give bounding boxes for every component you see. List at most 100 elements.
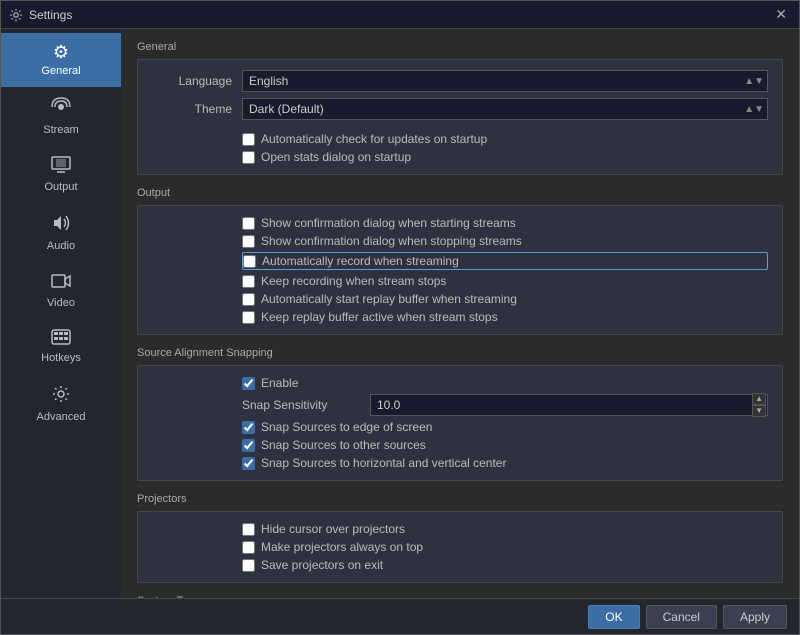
confirm-start-label: Show confirmation dialog when starting s… xyxy=(261,216,516,230)
auto-replay-label: Automatically start replay buffer when s… xyxy=(261,292,517,306)
sidebar-label-video: Video xyxy=(47,297,75,309)
sidebar-item-general[interactable]: ⚙ General xyxy=(1,33,121,87)
enable-snapping-row: Enable xyxy=(152,376,768,390)
audio-icon xyxy=(51,213,71,236)
snapping-section-title: Source Alignment Snapping xyxy=(137,347,783,359)
confirm-stop-checkbox[interactable] xyxy=(242,235,255,248)
keep-recording-row: Keep recording when stream stops xyxy=(152,274,768,288)
close-button[interactable]: ✕ xyxy=(771,4,791,25)
save-proj-label: Save projectors on exit xyxy=(261,558,383,572)
general-section: General Language English ▲▼ Theme xyxy=(137,41,783,175)
language-select-wrapper: English ▲▼ xyxy=(242,70,768,92)
sidebar-label-audio: Audio xyxy=(47,240,75,252)
open-stats-label: Open stats dialog on startup xyxy=(261,150,411,164)
language-row: Language English ▲▼ xyxy=(152,70,768,92)
snap-sensitivity-row: Snap Sensitivity ▲ ▼ xyxy=(152,394,768,416)
keep-replay-label: Keep replay buffer active when stream st… xyxy=(261,310,498,324)
general-section-box: Language English ▲▼ Theme Dark (Def xyxy=(137,59,783,175)
sidebar-item-video[interactable]: Video xyxy=(1,262,121,319)
keep-replay-checkbox[interactable] xyxy=(242,311,255,324)
snap-center-checkbox[interactable] xyxy=(242,457,255,470)
snap-sensitivity-input[interactable] xyxy=(370,394,768,416)
ok-button[interactable]: OK xyxy=(588,605,639,629)
auto-record-checkbox[interactable] xyxy=(243,255,256,268)
auto-replay-checkbox[interactable] xyxy=(242,293,255,306)
hide-cursor-label: Hide cursor over projectors xyxy=(261,522,405,536)
advanced-icon xyxy=(51,384,71,407)
auto-check-row: Automatically check for updates on start… xyxy=(152,132,768,146)
projectors-section: Projectors Hide cursor over projectors M… xyxy=(137,493,783,583)
general-icon: ⚙ xyxy=(53,43,69,61)
sidebar-item-output[interactable]: Output xyxy=(1,146,121,203)
open-stats-checkbox[interactable] xyxy=(242,151,255,164)
sidebar-label-general: General xyxy=(41,65,80,77)
cancel-button[interactable]: Cancel xyxy=(646,605,717,629)
sidebar-label-output: Output xyxy=(44,181,77,193)
bottom-bar: OK Cancel Apply xyxy=(1,598,799,634)
proj-top-label: Make projectors always on top xyxy=(261,540,423,554)
snap-spin-arrows: ▲ ▼ xyxy=(752,393,766,417)
titlebar: Settings ✕ xyxy=(1,1,799,29)
snap-enable-label: Enable xyxy=(261,376,298,390)
auto-record-label: Automatically record when streaming xyxy=(262,254,459,268)
general-section-title: General xyxy=(137,41,783,53)
content-area: ⚙ General Stream xyxy=(1,29,799,598)
keep-replay-row: Keep replay buffer active when stream st… xyxy=(152,310,768,324)
snap-edge-row: Snap Sources to edge of screen xyxy=(152,420,768,434)
save-proj-checkbox[interactable] xyxy=(242,559,255,572)
snap-center-label: Snap Sources to horizontal and vertical … xyxy=(261,456,506,470)
titlebar-title: Settings xyxy=(29,8,72,22)
theme-select-wrapper: Dark (Default) ▲▼ xyxy=(242,98,768,120)
snap-edge-checkbox[interactable] xyxy=(242,421,255,434)
language-select[interactable]: English xyxy=(242,70,768,92)
snap-spin-down[interactable]: ▼ xyxy=(752,405,766,417)
video-icon xyxy=(51,272,71,293)
stream-icon xyxy=(51,97,71,120)
auto-check-label: Automatically check for updates on start… xyxy=(261,132,487,146)
hotkeys-icon xyxy=(51,329,71,348)
sidebar-item-audio[interactable]: Audio xyxy=(1,203,121,262)
proj-top-checkbox[interactable] xyxy=(242,541,255,554)
sidebar-item-stream[interactable]: Stream xyxy=(1,87,121,146)
projectors-section-title: Projectors xyxy=(137,493,783,505)
keep-recording-checkbox[interactable] xyxy=(242,275,255,288)
titlebar-left: Settings xyxy=(9,8,72,22)
sidebar-item-hotkeys[interactable]: Hotkeys xyxy=(1,319,121,374)
snap-input-wrapper: ▲ ▼ xyxy=(370,394,768,416)
snap-other-label: Snap Sources to other sources xyxy=(261,438,426,452)
confirm-stop-label: Show confirmation dialog when stopping s… xyxy=(261,234,522,248)
confirm-start-row: Show confirmation dialog when starting s… xyxy=(152,216,768,230)
apply-button[interactable]: Apply xyxy=(723,605,787,629)
snapping-section: Source Alignment Snapping Enable Snap Se… xyxy=(137,347,783,481)
theme-label: Theme xyxy=(152,102,232,116)
auto-check-checkbox[interactable] xyxy=(242,133,255,146)
main-panel: General Language English ▲▼ Theme xyxy=(121,29,799,598)
output-section-title: Output xyxy=(137,187,783,199)
output-section-box: Show confirmation dialog when starting s… xyxy=(137,205,783,335)
snap-other-checkbox[interactable] xyxy=(242,439,255,452)
output-section: Output Show confirmation dialog when sta… xyxy=(137,187,783,335)
snapping-section-box: Enable Snap Sensitivity ▲ ▼ xyxy=(137,365,783,481)
hide-cursor-checkbox[interactable] xyxy=(242,523,255,536)
sidebar-item-advanced[interactable]: Advanced xyxy=(1,374,121,433)
snap-other-row: Snap Sources to other sources xyxy=(152,438,768,452)
snap-spin-up[interactable]: ▲ xyxy=(752,393,766,405)
snap-sensitivity-label: Snap Sensitivity xyxy=(242,398,362,412)
snap-center-row: Snap Sources to horizontal and vertical … xyxy=(152,456,768,470)
keep-recording-label: Keep recording when stream stops xyxy=(261,274,446,288)
open-stats-row: Open stats dialog on startup xyxy=(152,150,768,164)
theme-select[interactable]: Dark (Default) xyxy=(242,98,768,120)
auto-record-row: Automatically record when streaming xyxy=(242,252,768,270)
hide-cursor-row: Hide cursor over projectors xyxy=(152,522,768,536)
snap-edge-label: Snap Sources to edge of screen xyxy=(261,420,432,434)
settings-icon xyxy=(9,8,23,22)
sidebar-label-hotkeys: Hotkeys xyxy=(41,352,81,364)
sidebar-label-stream: Stream xyxy=(43,124,78,136)
sidebar: ⚙ General Stream xyxy=(1,29,121,598)
output-icon xyxy=(51,156,71,177)
language-label: Language xyxy=(152,74,232,88)
settings-window: Settings ✕ ⚙ General xyxy=(0,0,800,635)
theme-row: Theme Dark (Default) ▲▼ xyxy=(152,98,768,120)
snap-enable-checkbox[interactable] xyxy=(242,377,255,390)
confirm-start-checkbox[interactable] xyxy=(242,217,255,230)
